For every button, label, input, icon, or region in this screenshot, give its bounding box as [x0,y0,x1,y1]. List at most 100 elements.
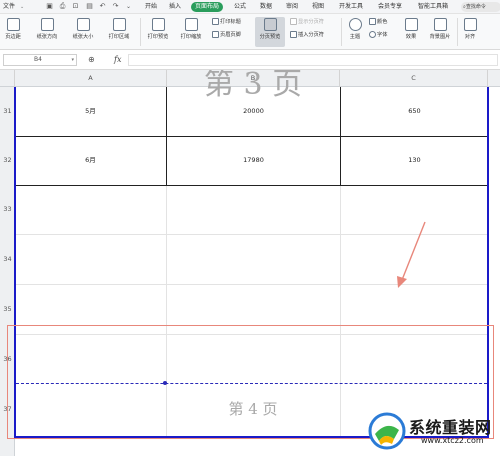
colors-label: 颜色 [377,19,388,25]
chevron-down-icon[interactable]: ▾ [71,55,74,65]
insert-page-break-icon [290,31,297,38]
select-all-corner[interactable] [0,70,15,87]
insert-page-break-label: 插入分页符 [298,32,324,38]
save-icon[interactable]: ▣ [45,2,54,11]
font-icon [369,31,376,38]
colors-icon [369,18,376,25]
ribbon: 页边距 纸张方向 纸张大小 打印区域 打印预览 打印缩放 打印标题 页眉页脚 分… [0,14,500,50]
paper-size-label: 纸张大小 [72,34,94,40]
tab-developer[interactable]: 开发工具 [339,2,363,12]
font-button[interactable]: 字体 [369,30,387,40]
paper-size-button[interactable]: 纸张大小 [67,17,99,47]
print-titles-label: 打印标题 [220,19,241,25]
cell-c32[interactable]: 130 [341,136,488,185]
file-menu[interactable]: 文件 [3,2,15,12]
column-header-c[interactable]: C [340,70,488,87]
row-header[interactable]: 33 [0,185,15,234]
table-border [15,185,488,186]
effects-label: 效果 [405,34,417,40]
formula-bar: B4 ▾ ⊕ fx [0,50,500,70]
background-image-icon [433,18,447,31]
orientation-icon [40,18,54,31]
row-header[interactable]: 34 [0,234,15,284]
background-image-label: 背景图片 [429,34,451,40]
effects-icon [404,18,418,31]
search-box[interactable]: ⌕查找命令 [461,2,500,12]
print-area-button[interactable]: 打印区域 [103,17,135,47]
row-header[interactable]: 31 [0,87,15,136]
site-watermark: 系统重装网 www.xtcz2.com [362,406,500,456]
cell-c31[interactable]: 650 [341,87,488,136]
theme-button[interactable]: 主题 [344,17,366,47]
print-preview-icon[interactable]: ⊡ [71,2,80,11]
tab-formulas[interactable]: 公式 [234,2,246,12]
tab-home[interactable]: 开始 [145,2,157,12]
align-button[interactable]: 对齐 [459,17,481,47]
insert-page-break-button[interactable]: 插入分页符 [290,30,324,40]
header-footer-label: 页眉页脚 [220,32,241,38]
tab-smart-toolbox[interactable]: 智能工具箱 [418,2,448,12]
header-footer-button[interactable]: 页眉页脚 [212,30,241,40]
effects-button[interactable]: 效果 [400,17,422,47]
margin-icon [6,18,20,31]
print-scale-label: 打印缩放 [180,34,202,40]
page-break-preview-icon [263,18,277,31]
tab-insert[interactable]: 插入 [169,2,181,12]
orientation-label: 纸张方向 [36,34,58,40]
zoom-icon[interactable]: ⊕ [88,54,95,66]
ribbon-separator [140,18,141,46]
margin-button[interactable]: 页边距 [2,17,24,47]
tab-review[interactable]: 审阅 [286,2,298,12]
redo-icon[interactable]: ↷ [111,2,120,11]
column-header-a[interactable]: A [15,70,167,87]
orientation-button[interactable]: 纸张方向 [31,17,63,47]
print-preview-button[interactable]: 打印预览 [144,17,172,47]
row-header[interactable]: 32 [0,136,15,185]
font-label: 字体 [377,32,388,38]
function-icon[interactable]: fx [114,54,121,66]
print-scale-button[interactable]: 打印缩放 [175,17,207,47]
menu-bar: 文件 ⌄ ▣ ⎙ ⊡ ▤ ↶ ↷ ⌄ 开始 插入 页面布局 公式 数据 审阅 视… [0,0,500,14]
paper-size-icon [76,18,90,31]
print-preview-label: 打印预览 [147,34,169,40]
tab-data[interactable]: 数据 [260,2,272,12]
more-icon[interactable]: ⌄ [124,2,133,11]
show-page-break-checkbox[interactable]: 显示分页符 [290,17,324,27]
print-titles-button[interactable]: 打印标题 [212,17,241,27]
watermark-title: 系统重装网 [409,418,492,437]
print-scale-icon [184,18,198,31]
background-image-button[interactable]: 背景图片 [425,17,455,47]
theme-label: 主题 [349,34,361,40]
cell-reference: B4 [34,56,42,63]
spreadsheet-grid[interactable]: A B C 31 32 33 34 35 36 37 第 3 页 第 4 页 5… [0,70,500,456]
print-icon[interactable]: ⎙ [58,2,67,11]
site-logo-icon [368,412,406,450]
margin-label: 页边距 [5,34,21,40]
align-label: 对齐 [464,34,476,40]
header-footer-icon [212,31,219,38]
print-preview-ribbon-icon [151,18,165,31]
file-menu-dropdown-icon[interactable]: ⌄ [20,2,24,12]
tab-view[interactable]: 视图 [312,2,324,12]
print-titles-icon [212,18,219,25]
cell-a31[interactable]: 5月 [15,87,166,136]
tab-member[interactable]: 会员专享 [378,2,402,12]
cell-b31[interactable]: 20000 [167,87,340,136]
cell-b32[interactable]: 17980 [167,136,340,185]
show-page-break-label: 显示分页符 [298,19,324,25]
formula-input[interactable] [128,54,498,66]
ribbon-separator [341,18,342,46]
cell-a32[interactable]: 6月 [15,136,166,185]
arrow-icon [397,221,426,288]
undo-icon[interactable]: ↶ [98,2,107,11]
name-box[interactable]: B4 ▾ [3,54,77,66]
ribbon-separator [457,18,458,46]
export-icon[interactable]: ▤ [85,2,94,11]
tab-page-layout[interactable]: 页面布局 [191,2,224,12]
colors-button[interactable]: 颜色 [369,17,387,27]
watermark-url: www.xtcz2.com [421,436,484,445]
print-area-icon [112,18,126,31]
align-icon [463,18,477,31]
search-label: 查找命令 [465,4,486,10]
page-break-preview-button[interactable]: 分页预览 [255,17,285,47]
